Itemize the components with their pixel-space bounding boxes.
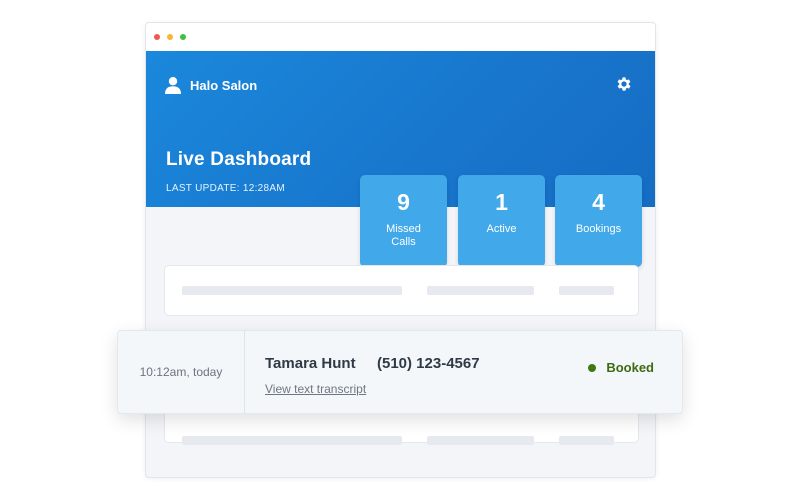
gear-icon[interactable] <box>615 75 633 93</box>
business-account[interactable]: Halo Salon <box>164 76 257 94</box>
status-text: Booked <box>606 360 654 375</box>
call-time: 10:12am, today <box>118 331 245 413</box>
stat-card-active[interactable]: 1 Active <box>458 175 545 267</box>
maximize-window-button[interactable] <box>180 34 186 40</box>
stat-value: 4 <box>592 189 605 215</box>
dashboard-header: Halo Salon Live Dashboard LAST UPDATE: 1… <box>146 51 655 267</box>
status-dot-icon <box>588 363 597 372</box>
last-update-text: LAST UPDATE: 12:28AM <box>166 183 286 194</box>
minimize-window-button[interactable] <box>167 34 173 40</box>
window-titlebar <box>146 23 655 51</box>
stat-card-missed-calls[interactable]: 9 Missed Calls <box>360 175 447 267</box>
skeleton-bar <box>559 436 614 445</box>
business-name: Halo Salon <box>190 77 258 93</box>
status-badge: Booked <box>588 360 654 375</box>
caller-phone: (510) 123-4567 <box>377 355 480 372</box>
stat-label: Active <box>486 223 517 235</box>
user-icon <box>165 77 181 94</box>
stat-card-bookings[interactable]: 4 Bookings <box>555 175 642 267</box>
placeholder-call-row <box>164 265 639 316</box>
skeleton-bar <box>182 286 402 295</box>
skeleton-bar <box>427 436 534 445</box>
page-title: Live Dashboard <box>166 149 312 170</box>
call-log-row[interactable]: 10:12am, today Tamara Hunt (510) 123-456… <box>117 330 683 414</box>
caller-name: Tamara Hunt <box>265 355 356 372</box>
stat-label: Missed Calls <box>386 223 421 248</box>
skeleton-bar <box>559 286 614 295</box>
skeleton-bar <box>182 436 402 445</box>
view-transcript-link[interactable]: View text transcript <box>265 382 366 396</box>
close-window-button[interactable] <box>154 34 160 40</box>
skeleton-bar <box>427 286 534 295</box>
stat-value: 9 <box>397 189 410 215</box>
stat-label: Bookings <box>575 223 622 235</box>
stat-value: 1 <box>495 189 508 215</box>
